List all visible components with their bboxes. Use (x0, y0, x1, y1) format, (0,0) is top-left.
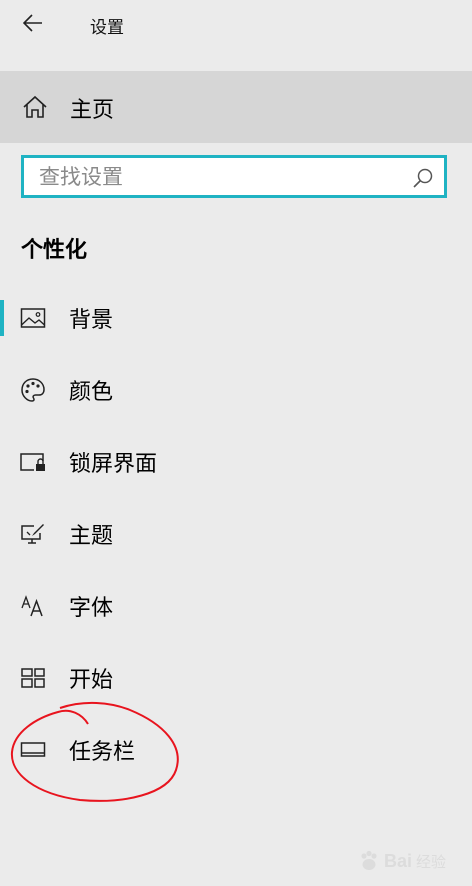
nav-label: 颜色 (69, 380, 114, 405)
nav-item-themes[interactable]: 主题 (0, 504, 472, 564)
nav-label: 任务栏 (69, 740, 136, 765)
start-tiles-icon (19, 665, 47, 691)
nav-label: 背景 (69, 308, 114, 333)
nav-label: 开始 (69, 668, 114, 693)
nav-item-background[interactable]: 背景 (0, 288, 472, 348)
watermark-suffix: 经验 (415, 852, 446, 871)
watermark: Bai 经验 (358, 850, 446, 872)
baidu-paw-icon (361, 850, 377, 870)
picture-icon (19, 305, 47, 331)
back-button[interactable] (18, 10, 48, 36)
palette-icon (19, 377, 47, 403)
search-input[interactable] (24, 158, 419, 195)
nav-item-lockscreen[interactable]: 锁屏界面 (0, 432, 472, 492)
section-title: 个性化 (21, 238, 88, 263)
search-box[interactable] (21, 155, 447, 198)
back-arrow-icon (23, 14, 42, 32)
nav-label: 字体 (69, 596, 114, 621)
search-icon[interactable] (412, 167, 434, 189)
theme-brush-icon (19, 521, 47, 547)
nav-label: 主题 (69, 524, 114, 549)
nav-item-colors[interactable]: 颜色 (0, 360, 472, 420)
taskbar-icon (19, 737, 47, 763)
home-nav-item[interactable]: 主页 (0, 71, 472, 143)
nav-item-start[interactable]: 开始 (0, 648, 472, 708)
lock-screen-icon (19, 449, 47, 475)
watermark-brand: Bai (383, 850, 412, 871)
nav-item-taskbar[interactable]: 任务栏 (0, 720, 472, 780)
home-icon (22, 95, 48, 119)
nav-item-fonts[interactable]: 字体 (0, 576, 472, 636)
home-label: 主页 (70, 98, 115, 123)
window-title: 设置 (90, 18, 124, 38)
font-icon (19, 593, 47, 619)
title-bar: 设置 (0, 0, 472, 46)
nav-label: 锁屏界面 (69, 452, 158, 477)
